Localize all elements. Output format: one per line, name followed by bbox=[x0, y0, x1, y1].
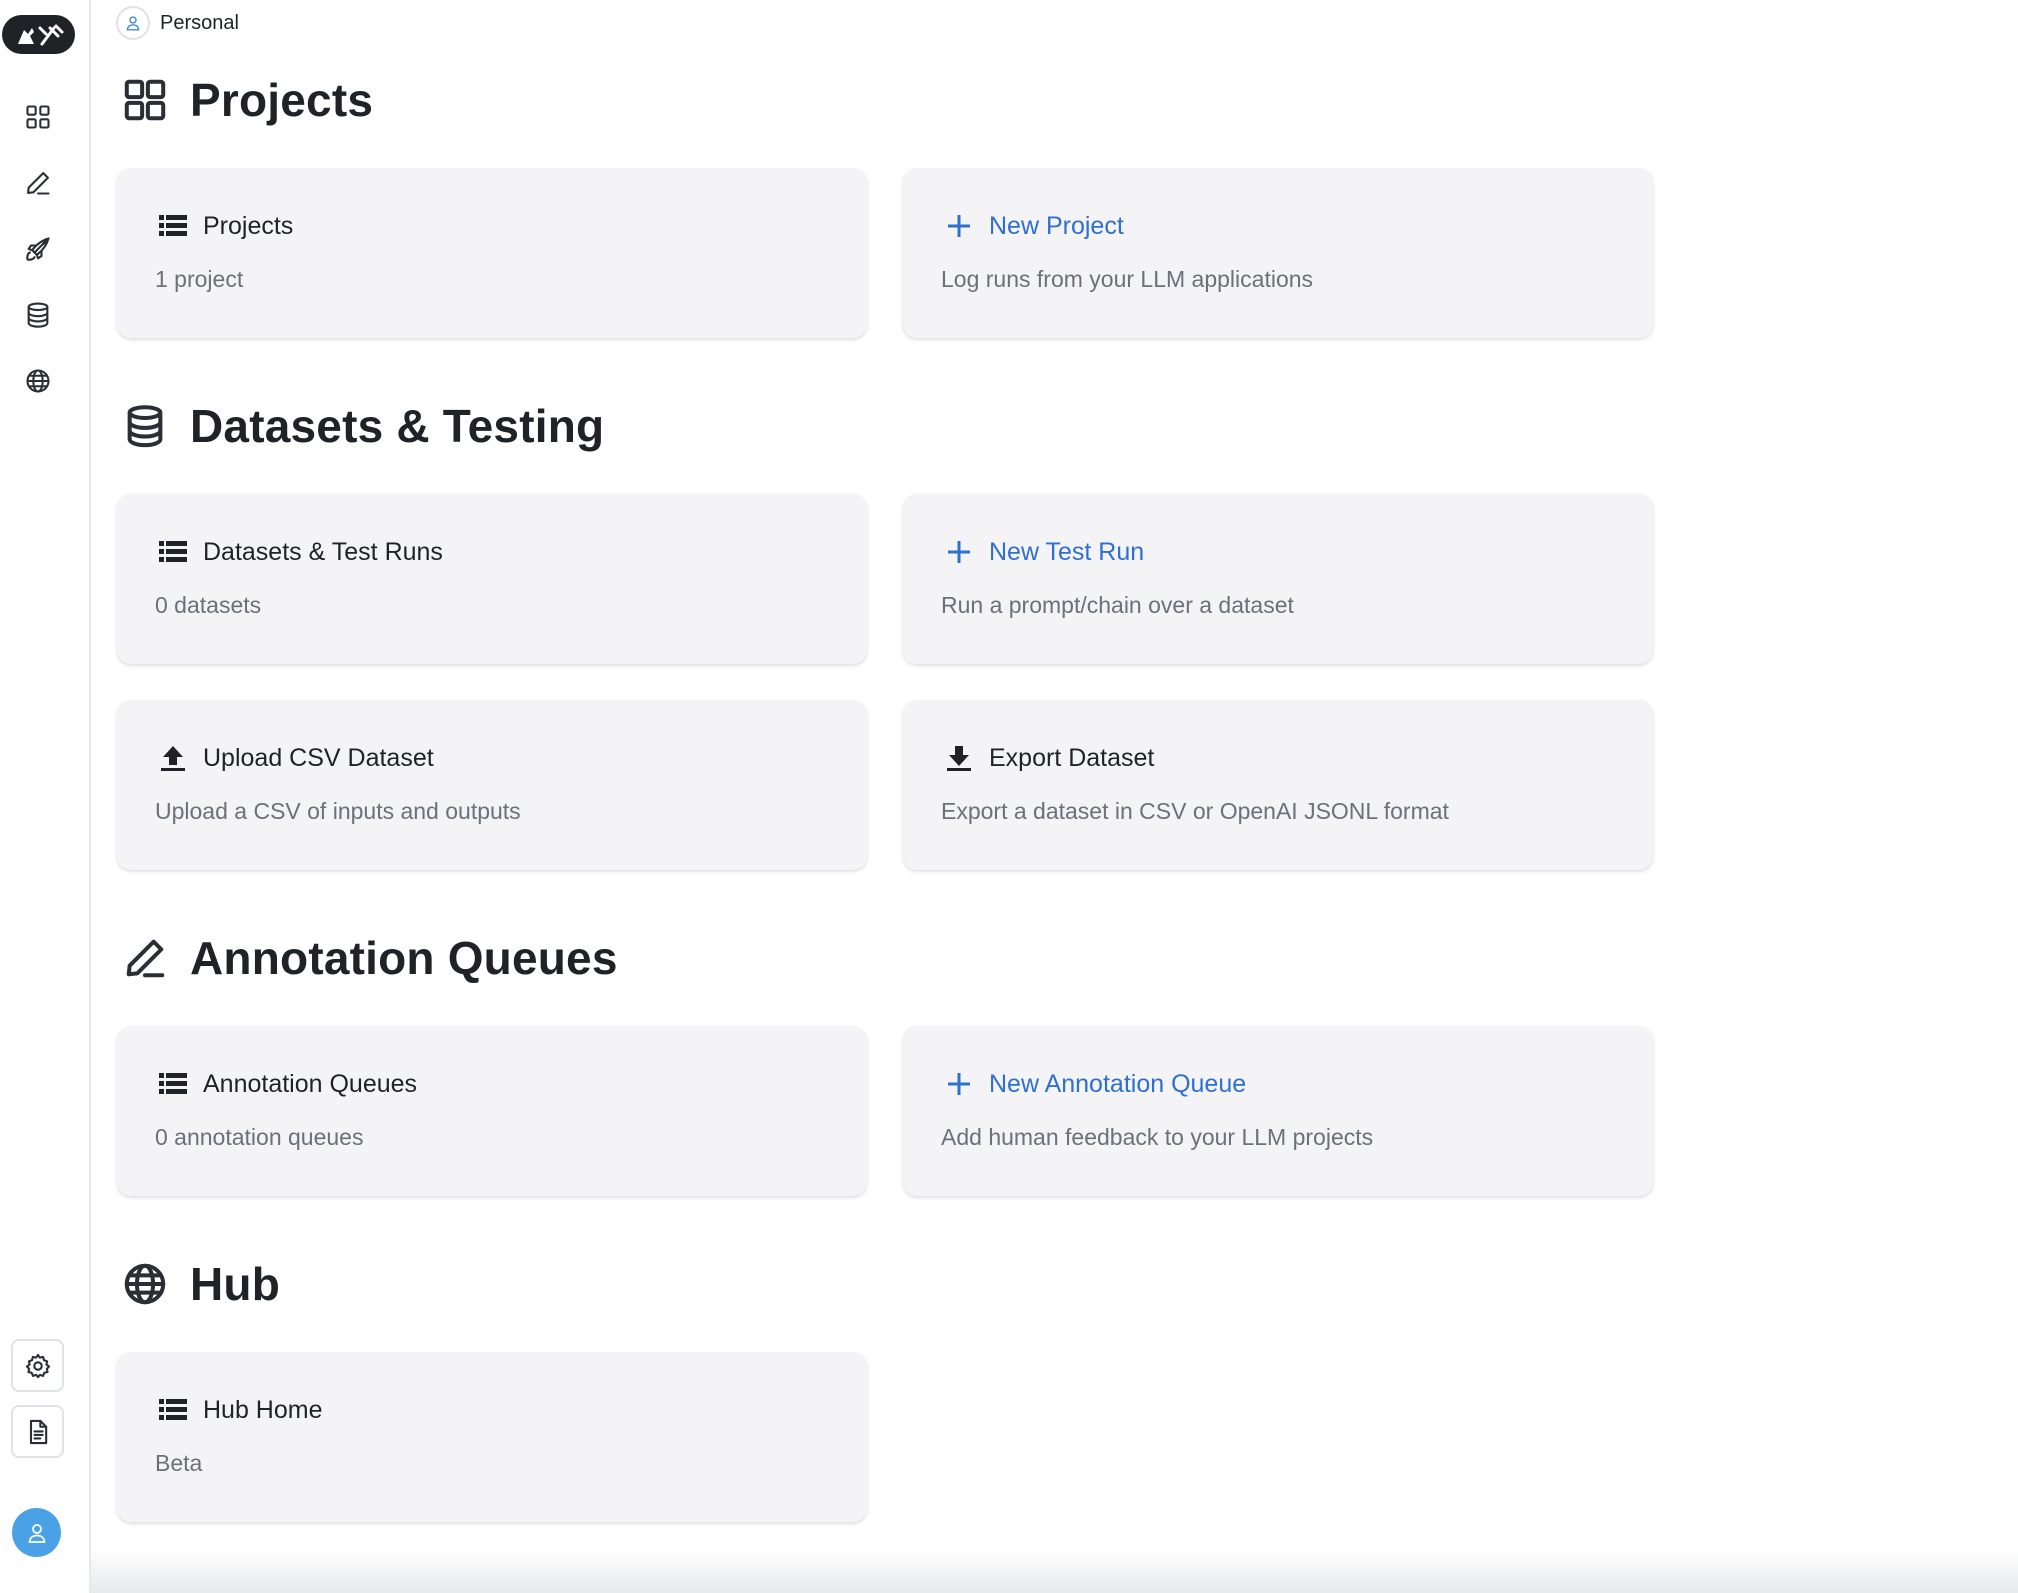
section-heading: Annotation Queues bbox=[190, 932, 618, 984]
user-icon bbox=[116, 6, 150, 40]
download-icon bbox=[943, 742, 975, 774]
app-root: Personal Projects Projects 1 project New… bbox=[0, 0, 2018, 1593]
card-title: New Project bbox=[989, 211, 1124, 240]
export-dataset-card[interactable]: Export Dataset Export a dataset in CSV o… bbox=[903, 700, 1653, 870]
document-icon bbox=[29, 1419, 47, 1444]
card-title: Datasets & Test Runs bbox=[203, 537, 443, 566]
card-title: Hub Home bbox=[203, 1395, 323, 1424]
new-test-run-card[interactable]: New Test Run Run a prompt/chain over a d… bbox=[903, 494, 1653, 664]
card-title: Projects bbox=[203, 211, 294, 240]
globe-icon[interactable] bbox=[19, 362, 57, 400]
sidebar bbox=[0, 0, 91, 1593]
card-title: Export Dataset bbox=[989, 743, 1155, 772]
logo-icon bbox=[17, 24, 63, 45]
list-icon bbox=[157, 210, 189, 242]
database-icon[interactable] bbox=[19, 296, 57, 334]
card-subtitle: Beta bbox=[155, 1450, 203, 1476]
user-avatar[interactable] bbox=[12, 1508, 61, 1557]
card-title: New Annotation Queue bbox=[989, 1069, 1247, 1098]
annotation-queues-card[interactable]: Annotation Queues 0 annotation queues bbox=[117, 1026, 867, 1196]
new-project-card[interactable]: New Project Log runs from your LLM appli… bbox=[903, 168, 1653, 338]
grid-icon[interactable] bbox=[19, 98, 57, 136]
card-subtitle: Run a prompt/chain over a dataset bbox=[941, 592, 1294, 618]
rocket-icon[interactable] bbox=[19, 230, 57, 268]
section-heading: Datasets & Testing bbox=[190, 400, 605, 452]
settings-button[interactable] bbox=[11, 1339, 64, 1392]
section-hub-title: Hub bbox=[122, 1254, 280, 1314]
card-title: Upload CSV Dataset bbox=[203, 743, 434, 772]
pen-icon[interactable] bbox=[19, 164, 57, 202]
card-subtitle: 1 project bbox=[155, 266, 244, 292]
card-subtitle: Add human feedback to your LLM projects bbox=[941, 1124, 1374, 1150]
database-icon bbox=[127, 405, 163, 448]
card-subtitle: Log runs from your LLM applications bbox=[941, 266, 1314, 292]
docs-button[interactable] bbox=[11, 1405, 64, 1458]
card-subtitle: 0 datasets bbox=[155, 592, 262, 618]
plus-icon bbox=[943, 210, 975, 242]
gear-icon bbox=[25, 1353, 50, 1378]
card-subtitle: Upload a CSV of inputs and outputs bbox=[155, 798, 521, 824]
new-annotation-queue-card[interactable]: New Annotation Queue Add human feedback … bbox=[903, 1026, 1653, 1196]
list-icon bbox=[157, 1394, 189, 1426]
datasets-card[interactable]: Datasets & Test Runs 0 datasets bbox=[117, 494, 867, 664]
org-selector[interactable]: Personal bbox=[116, 6, 239, 40]
section-annotation-title: Annotation Queues bbox=[122, 928, 618, 988]
grid-icon bbox=[124, 79, 166, 121]
projects-card[interactable]: Projects 1 project bbox=[117, 168, 867, 338]
card-title: Annotation Queues bbox=[203, 1069, 418, 1098]
plus-icon bbox=[943, 1068, 975, 1100]
globe-icon bbox=[124, 1263, 166, 1305]
bottom-fade bbox=[91, 1548, 2018, 1593]
app-logo[interactable] bbox=[2, 15, 75, 54]
upload-csv-card[interactable]: Upload CSV Dataset Upload a CSV of input… bbox=[117, 700, 867, 870]
org-label: Personal bbox=[160, 11, 239, 34]
user-icon bbox=[27, 1523, 46, 1543]
section-projects-title: Projects bbox=[122, 70, 373, 130]
section-heading: Projects bbox=[190, 74, 374, 126]
section-heading: Hub bbox=[190, 1258, 281, 1310]
card-subtitle: Export a dataset in CSV or OpenAI JSONL … bbox=[941, 798, 1449, 824]
plus-icon bbox=[943, 536, 975, 568]
pen-icon bbox=[126, 939, 165, 978]
card-title: New Test Run bbox=[989, 537, 1145, 566]
hub-home-card[interactable]: Hub Home Beta bbox=[117, 1352, 867, 1522]
section-datasets-title: Datasets & Testing bbox=[122, 396, 604, 456]
upload-icon bbox=[157, 742, 189, 774]
list-icon bbox=[157, 536, 189, 568]
card-subtitle: 0 annotation queues bbox=[155, 1124, 364, 1150]
list-icon bbox=[157, 1068, 189, 1100]
